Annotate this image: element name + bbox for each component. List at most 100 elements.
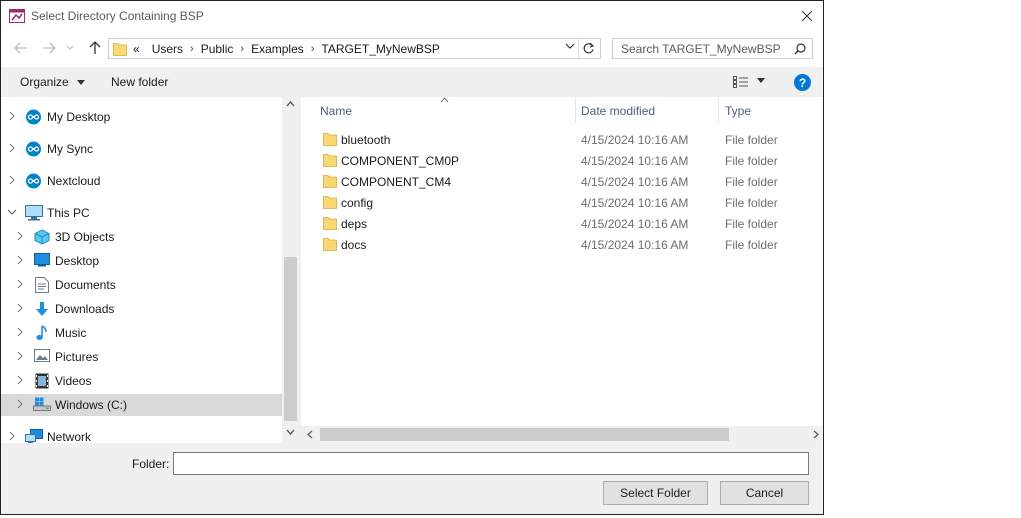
folder-icon	[323, 238, 337, 251]
computer-icon	[25, 205, 43, 221]
folder-icon	[323, 133, 337, 146]
caret-down-icon[interactable]	[757, 78, 765, 83]
chevron-right-icon[interactable]	[17, 351, 23, 361]
nav-item-label: Windows (C:)	[55, 398, 128, 412]
refresh-icon[interactable]	[582, 42, 595, 55]
cloud-sync-icon	[26, 141, 41, 157]
desktop-icon	[34, 253, 50, 267]
column-header-type[interactable]: Type	[719, 97, 823, 123]
file-date: 4/15/2024 10:16 AM	[581, 196, 689, 210]
file-date: 4/15/2024 10:16 AM	[581, 217, 689, 231]
breadcrumb-target[interactable]: TARGET_MyNewBSP	[321, 42, 439, 56]
folder-icon	[323, 154, 337, 167]
file-date: 4/15/2024 10:16 AM	[581, 154, 689, 168]
file-type: File folder	[725, 133, 778, 147]
scroll-up-icon[interactable]	[286, 101, 295, 107]
file-name: COMPONENT_CM4	[341, 175, 452, 189]
pictures-icon	[34, 349, 50, 362]
scroll-down-icon[interactable]	[286, 429, 295, 435]
file-list: Name Date modified Type bluetooth 4/15/2…	[301, 97, 823, 443]
nav-item-label: Documents	[55, 278, 116, 292]
nav-item-music[interactable]: Music	[1, 322, 282, 344]
folder-icon	[323, 217, 337, 230]
chevron-right-icon[interactable]	[17, 327, 23, 337]
chevron-right-icon[interactable]	[17, 303, 23, 313]
file-row[interactable]: COMPONENT_CM0P 4/15/2024 10:16 AM File f…	[301, 150, 823, 171]
nav-item-label: 3D Objects	[55, 230, 115, 244]
up-button[interactable]	[85, 39, 105, 57]
file-name: docs	[341, 238, 367, 252]
chevron-right-icon[interactable]	[17, 231, 23, 241]
folder-input[interactable]	[173, 452, 809, 475]
file-row[interactable]: deps 4/15/2024 10:16 AM File folder	[301, 213, 823, 234]
navigation-pane: My Desktop My Sync Nextcloud This PC 3D …	[1, 97, 299, 443]
scroll-right-icon[interactable]	[813, 430, 819, 439]
search-box[interactable]: Search TARGET_MyNewBSP	[612, 38, 813, 59]
chevron-right-icon[interactable]	[9, 175, 15, 185]
horizontal-scrollbar[interactable]	[301, 426, 823, 443]
scroll-left-icon[interactable]	[307, 430, 313, 439]
nav-item-my-sync[interactable]: My Sync	[1, 138, 282, 160]
nav-item-downloads[interactable]: Downloads	[1, 298, 282, 320]
breadcrumb-users[interactable]: Users	[152, 42, 183, 56]
chevron-right-icon[interactable]	[9, 111, 15, 121]
nav-item-documents[interactable]: Documents	[1, 274, 282, 296]
chevron-down-icon[interactable]	[7, 209, 17, 215]
nav-item-network[interactable]: Network	[1, 426, 282, 443]
new-folder-button[interactable]: New folder	[111, 75, 168, 89]
nav-item-my-desktop[interactable]: My Desktop	[1, 106, 282, 128]
app-icon	[9, 9, 25, 23]
column-header-name[interactable]: Name	[301, 97, 575, 123]
chevron-right-icon[interactable]	[17, 279, 23, 289]
recent-locations-button[interactable]	[63, 39, 77, 57]
back-button[interactable]	[11, 39, 31, 57]
scroll-thumb[interactable]	[320, 428, 729, 441]
file-row[interactable]: bluetooth 4/15/2024 10:16 AM File folder	[301, 129, 823, 150]
chevron-down-icon[interactable]	[565, 43, 575, 50]
chevron-right-icon[interactable]	[17, 255, 23, 265]
file-date: 4/15/2024 10:16 AM	[581, 238, 689, 252]
file-row[interactable]: config 4/15/2024 10:16 AM File folder	[301, 192, 823, 213]
file-row[interactable]: COMPONENT_CM4 4/15/2024 10:16 AM File fo…	[301, 171, 823, 192]
breadcrumb-public[interactable]: Public	[201, 42, 234, 56]
organize-button[interactable]: Organize	[20, 75, 86, 89]
scroll-thumb[interactable]	[284, 257, 297, 421]
file-row[interactable]: docs 4/15/2024 10:16 AM File folder	[301, 234, 823, 255]
select-folder-button[interactable]: Select Folder	[603, 481, 708, 505]
nav-item-3d-objects[interactable]: 3D Objects	[1, 226, 282, 248]
nav-scrollbar[interactable]	[282, 97, 299, 443]
column-label: Name	[320, 104, 353, 118]
search-input[interactable]: Search TARGET_MyNewBSP	[621, 42, 781, 56]
cancel-button[interactable]: Cancel	[720, 481, 809, 505]
nav-item-nextcloud[interactable]: Nextcloud	[1, 170, 282, 192]
folder-icon	[113, 43, 127, 56]
arrow-left-icon	[14, 42, 27, 54]
chevron-right-icon[interactable]	[17, 375, 23, 385]
documents-icon	[35, 277, 49, 293]
nav-item-label: Downloads	[55, 302, 115, 316]
breadcrumb: « Users › Public › Examples › TARGET_MyN…	[133, 42, 440, 56]
column-header-date[interactable]: Date modified	[576, 97, 718, 123]
help-icon[interactable]: ?	[794, 74, 811, 91]
nav-item-windows-c[interactable]: Windows (C:)	[1, 394, 282, 416]
view-options-icon[interactable]	[733, 76, 749, 88]
nav-item-label: Videos	[55, 374, 92, 388]
chevron-right-icon[interactable]	[9, 143, 15, 153]
nav-item-label: My Desktop	[47, 110, 111, 124]
folder-icon	[323, 175, 337, 188]
nav-item-pictures[interactable]: Pictures	[1, 346, 282, 368]
chevron-right-icon[interactable]	[17, 399, 23, 409]
nav-item-videos[interactable]: Videos	[1, 370, 282, 392]
breadcrumb-overflow[interactable]: «	[133, 42, 140, 56]
close-button[interactable]	[795, 5, 819, 27]
nav-item-this-pc[interactable]: This PC	[1, 202, 282, 224]
arrow-up-icon	[89, 41, 101, 54]
file-name: config	[341, 196, 374, 210]
file-type: File folder	[725, 238, 778, 252]
breadcrumb-examples[interactable]: Examples	[251, 42, 304, 56]
nav-item-desktop[interactable]: Desktop	[1, 250, 282, 272]
file-dialog: Select Directory Containing BSP « Users …	[0, 0, 824, 515]
address-bar[interactable]: « Users › Public › Examples › TARGET_MyN…	[108, 38, 601, 59]
forward-button[interactable]	[39, 39, 59, 57]
chevron-right-icon[interactable]	[9, 431, 15, 441]
